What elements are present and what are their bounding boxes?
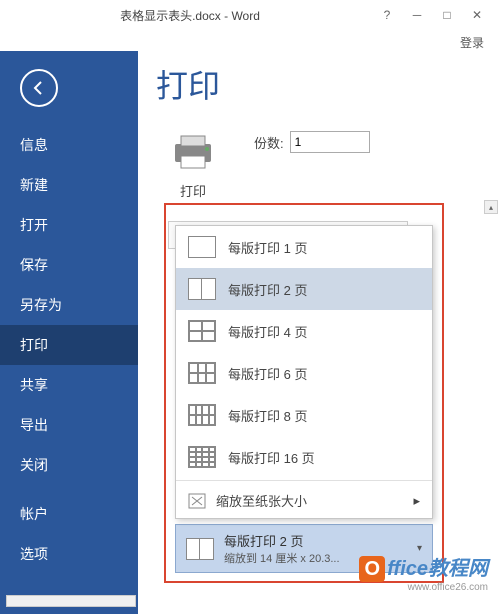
- login-link[interactable]: 登录: [0, 30, 500, 51]
- menu-item-16-pages[interactable]: 每版打印 16 页: [176, 436, 432, 478]
- pages-per-sheet-menu: 每版打印 1 页 每版打印 2 页 每版打印 4 页 每版打印 6 页 每版打印…: [175, 225, 433, 519]
- print-button[interactable]: 打印: [156, 125, 230, 207]
- vertical-scrollbar[interactable]: ▴: [484, 200, 498, 540]
- menu-label: 每版打印 16 页: [228, 448, 315, 467]
- window-title: 表格显示表头.docx - Word: [8, 7, 372, 24]
- menu-item-scale-to-paper[interactable]: 缩放至纸张大小 ▸: [176, 483, 432, 518]
- menu-item-2-pages[interactable]: 每版打印 2 页: [176, 268, 432, 310]
- layout-icon-2: [188, 278, 216, 300]
- selected-title: 每版打印 2 页: [224, 531, 407, 550]
- layout-icon-16: [188, 446, 216, 468]
- sidebar-item-close[interactable]: 关闭: [0, 445, 138, 485]
- help-button[interactable]: ?: [372, 5, 402, 25]
- menu-item-1-page[interactable]: 每版打印 1 页: [176, 226, 432, 268]
- sidebar-item-save[interactable]: 保存: [0, 245, 138, 285]
- sidebar-item-new[interactable]: 新建: [0, 165, 138, 205]
- layout-icon-2: [186, 538, 214, 560]
- menu-label: 每版打印 8 页: [228, 406, 307, 425]
- backstage-sidebar: 信息 新建 打开 保存 另存为 打印 共享 导出 关闭 帐户 选项: [0, 51, 138, 614]
- menu-separator: [176, 480, 432, 481]
- page-title: 打印: [156, 61, 488, 107]
- layout-icon-6: [188, 362, 216, 384]
- horizontal-scrollbar[interactable]: [6, 595, 136, 607]
- copies-label: 份数:: [254, 133, 284, 152]
- menu-label: 每版打印 4 页: [228, 322, 307, 341]
- submenu-arrow-icon: ▸: [413, 493, 420, 509]
- close-button[interactable]: ✕: [462, 5, 492, 25]
- sidebar-item-print[interactable]: 打印: [0, 325, 138, 365]
- print-button-label: 打印: [169, 181, 217, 200]
- menu-label: 每版打印 2 页: [228, 280, 307, 299]
- layout-icon-1: [188, 236, 216, 258]
- watermark-text: ffice教程网: [387, 558, 488, 580]
- layout-icon-8: [188, 404, 216, 426]
- sidebar-item-export[interactable]: 导出: [0, 405, 138, 445]
- minimize-button[interactable]: ─: [402, 5, 432, 25]
- menu-item-4-pages[interactable]: 每版打印 4 页: [176, 310, 432, 352]
- titlebar: 表格显示表头.docx - Word ? ─ □ ✕: [0, 0, 500, 30]
- sidebar-item-open[interactable]: 打开: [0, 205, 138, 245]
- sidebar-item-saveas[interactable]: 另存为: [0, 285, 138, 325]
- sidebar-item-share[interactable]: 共享: [0, 365, 138, 405]
- watermark-url: www.office26.com: [359, 582, 488, 593]
- menu-item-8-pages[interactable]: 每版打印 8 页: [176, 394, 432, 436]
- scale-label: 缩放至纸张大小: [216, 491, 307, 510]
- layout-icon-4: [188, 320, 216, 342]
- sidebar-item-account[interactable]: 帐户: [0, 494, 138, 534]
- menu-item-6-pages[interactable]: 每版打印 6 页: [176, 352, 432, 394]
- menu-label: 每版打印 6 页: [228, 364, 307, 383]
- maximize-button[interactable]: □: [432, 5, 462, 25]
- scale-icon: [188, 493, 206, 509]
- sidebar-item-options[interactable]: 选项: [0, 534, 138, 574]
- window-controls: ? ─ □ ✕: [372, 5, 492, 25]
- watermark-logo: O: [359, 556, 385, 582]
- copies-input[interactable]: [290, 131, 370, 153]
- back-button[interactable]: [20, 69, 58, 107]
- menu-label: 每版打印 1 页: [228, 238, 307, 257]
- sidebar-item-info[interactable]: 信息: [0, 125, 138, 165]
- watermark: Office教程网 www.office26.com: [359, 552, 488, 594]
- scroll-up-button[interactable]: ▴: [484, 200, 498, 214]
- printer-icon: [169, 132, 217, 172]
